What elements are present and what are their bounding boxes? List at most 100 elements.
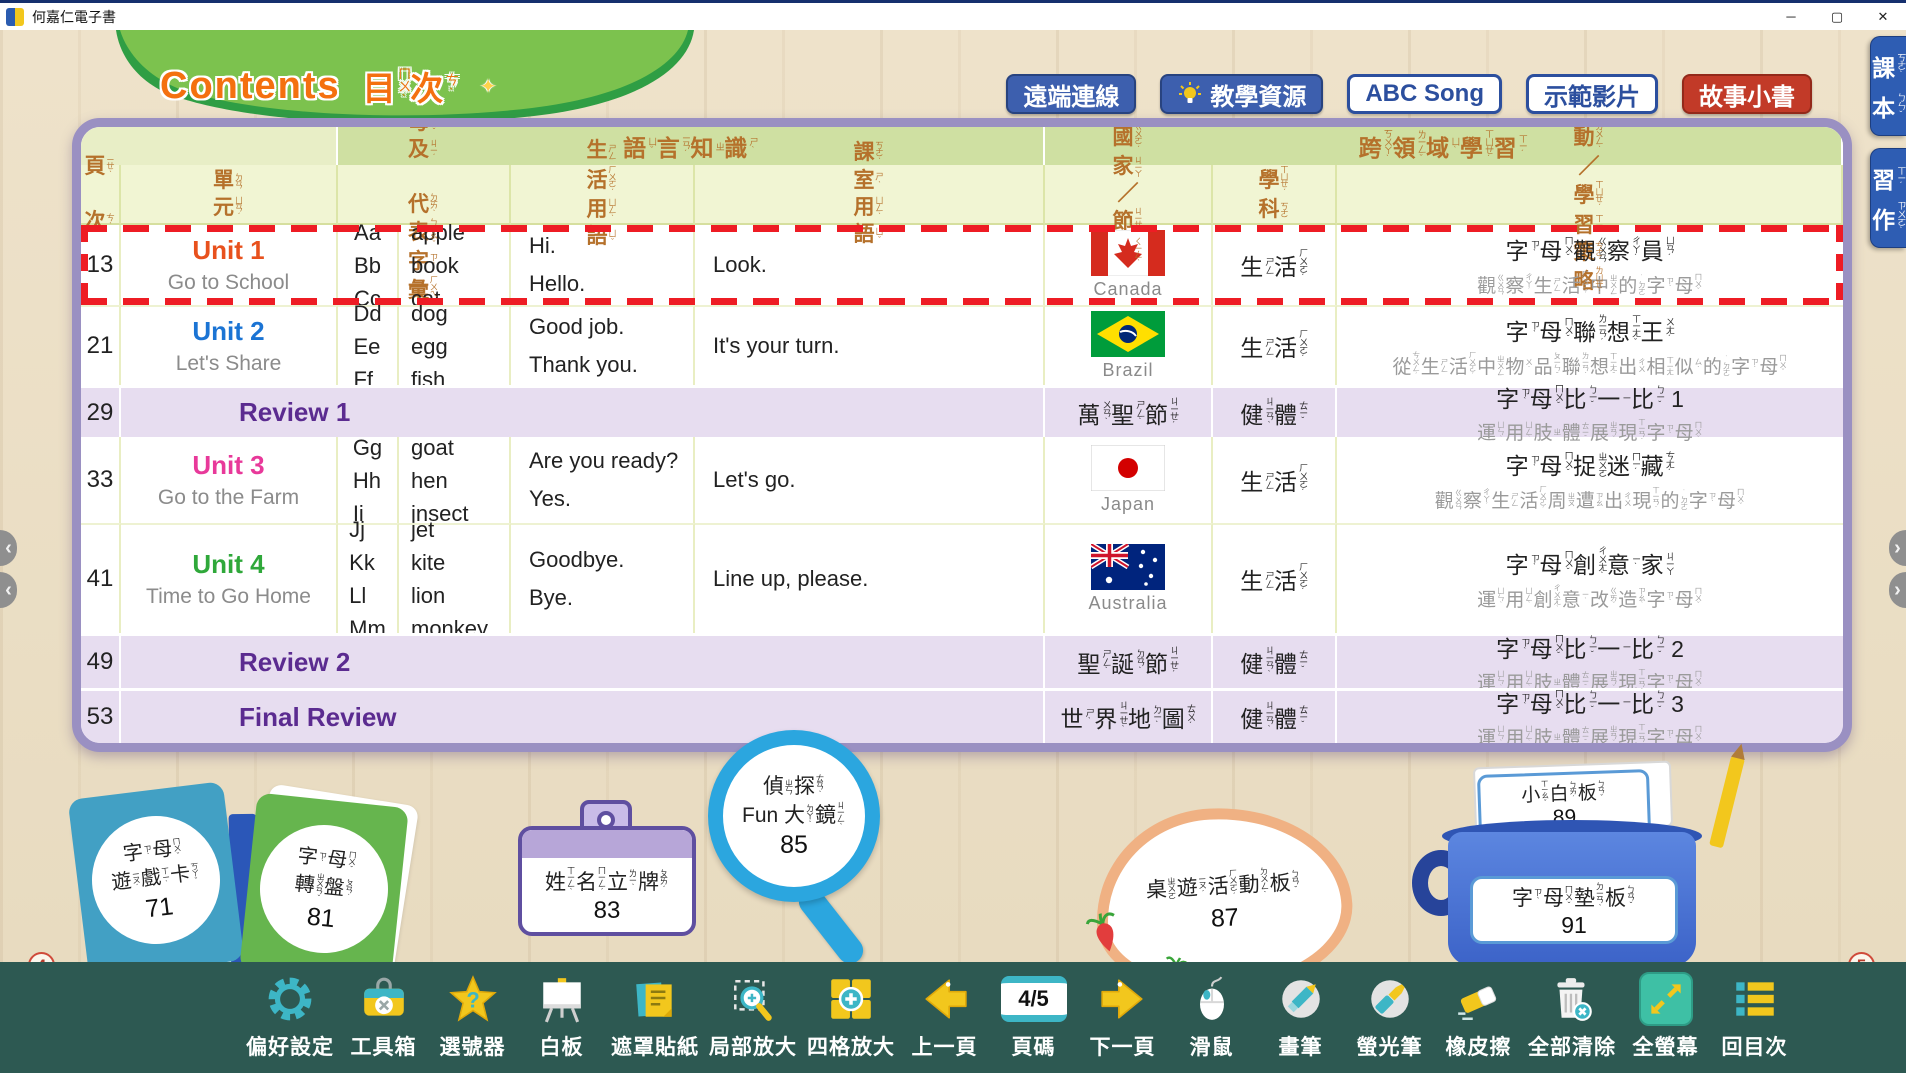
review1-label-cell[interactable]: Review 1 <box>121 385 1045 437</box>
tab-workbook[interactable]: 習ㄒㄧˊ作ㄗㄨㄛˋ <box>1870 148 1906 248</box>
close-icon[interactable]: ✕ <box>1860 3 1906 30</box>
row-unit3-title-cell[interactable]: Unit 3 Go to the Farm <box>121 437 338 523</box>
letter-cards-book[interactable]: 字ㄗˋ母ㄇㄨˇ遊ㄧㄡˊ戲ㄒㄧˋ卡ㄎㄚˇ 71 字ㄗˋ母ㄇㄨˇ轉ㄓㄨㄢˇ盤ㄆㄢˊ … <box>78 772 418 962</box>
unit1-title: Unit 1 <box>192 235 264 266</box>
supplies-basket[interactable]: 小ㄒㄧㄠˇ白ㄅㄞˊ板ㄅㄢˇ 89 字ㄗˋ母ㄇㄨˇ墊ㄉㄧㄢˋ板ㄅㄢˇ 91 <box>1432 766 1744 962</box>
review2-label-cell[interactable]: Review 2 <box>121 633 1045 688</box>
teaching-resources-button[interactable]: 教學資源 <box>1160 74 1323 114</box>
game-board-label: 桌ㄓㄨㄛ遊ㄧㄡˊ活ㄏㄨㄛˊ動ㄉㄨㄥˋ板ㄅㄢˇ <box>1145 865 1301 904</box>
group-header-empty <box>81 127 338 165</box>
review1-festival: 萬ㄨㄢˋ聖ㄕㄥˋ節ㄐㄧㄝˊ <box>1045 385 1213 437</box>
unit1-subtitle: Go to School <box>168 271 289 295</box>
row-unit2-title-cell[interactable]: Unit 2 Let's Share <box>121 305 338 385</box>
unit1-words: apple book cat <box>399 225 511 305</box>
game-activity-board[interactable]: 桌ㄓㄨㄛ遊ㄧㄡˊ活ㄏㄨㄛˊ動ㄉㄨㄥˋ板ㄅㄢˇ 87 <box>1096 808 1352 962</box>
toolbar-prev-page[interactable]: 上一頁 <box>905 971 984 1061</box>
toolbox-icon <box>359 971 409 1027</box>
letter-pad-card[interactable]: 字ㄗˋ母ㄇㄨˇ墊ㄉㄧㄢˋ板ㄅㄢˇ 91 <box>1470 876 1678 944</box>
toolbar-quad-zoom[interactable]: 四格放大 <box>807 971 895 1061</box>
review2-subject: 健ㄐㄧㄢˋ體ㄊㄧˇ <box>1213 633 1337 688</box>
teaching-resources-label: 教學資源 <box>1210 77 1306 112</box>
maximize-icon[interactable]: ▢ <box>1814 3 1860 30</box>
tab-textbook[interactable]: 課ㄎㄜˋ本ㄅㄣˇ <box>1870 36 1906 136</box>
tab-textbook-label: 課ㄎㄜˋ本ㄅㄣˇ <box>1872 49 1905 123</box>
unit4-country-name: Australia <box>1088 593 1167 614</box>
game-board-blob: 桌ㄓㄨㄛ遊ㄧㄡˊ活ㄏㄨㄛˊ動ㄉㄨㄥˋ板ㄅㄢˇ 87 <box>1091 801 1356 962</box>
prev-page-edge-arrow[interactable]: ‹ <box>0 572 17 608</box>
review2-activity-title: 字ㄗˋ母ㄇㄨˇ比ㄅㄧˇ一ㄧ比ㄅㄧˇ 2 <box>1496 630 1684 664</box>
window-titlebar: 何嘉仁電子書 ─ ▢ ✕ <box>0 0 1906 30</box>
next-page-edge-arrow[interactable]: › <box>1889 530 1906 566</box>
unit4-letters: Jj Kk Ll Mm <box>338 523 399 633</box>
row-final-review-page: 53 <box>81 688 121 743</box>
col-header-subject: 學ㄒㄩㄝˊ科ㄎㄜ <box>1213 165 1337 225</box>
unit3-activity-title: 字ㄗˋ母ㄇㄨˇ捉ㄓㄨㄛ迷ㄇㄧˊ藏ㄘㄤˊ <box>1506 447 1675 481</box>
unit3-country-name: Japan <box>1101 494 1155 515</box>
magnifier-glass: 偵ㄓㄣ探ㄊㄢˋFun 大ㄉㄚˋ鏡ㄐㄧㄥˋ 85 <box>708 730 880 902</box>
prev-page-edge-arrow[interactable]: ‹ <box>0 530 17 566</box>
letter-pad-label: 字ㄗˋ母ㄇㄨˇ墊ㄉㄧㄢˋ板ㄅㄢˇ <box>1512 882 1636 912</box>
row-review2-page: 49 <box>81 633 121 688</box>
highlighter-icon <box>1365 971 1415 1027</box>
page-indicator[interactable]: 4/5 <box>1001 976 1067 1022</box>
toolbar-eraser[interactable]: 橡皮擦 <box>1439 971 1518 1061</box>
contents-title-en: Contents <box>160 65 341 108</box>
col-header-unit: 單ㄉㄢ元ㄩㄢˊ <box>121 165 338 225</box>
letter-spinner-page: 81 <box>306 902 337 934</box>
toolbar-pen[interactable]: 畫筆 <box>1261 971 1340 1061</box>
toolbar-preferences[interactable]: 偏好設定 <box>246 971 334 1061</box>
name-stand[interactable]: 姓ㄒㄧㄥˋ名ㄇㄧㄥˊ立ㄌㄧˋ牌ㄆㄞˊ 83 <box>518 826 696 936</box>
unit3-title: Unit 3 <box>192 450 264 481</box>
unit2-activity-desc: 從ㄘㄨㄥˊ生ㄕㄥ活ㄏㄨㄛˊ中ㄓㄨㄥ物ㄨˋ品ㄆㄧㄣˇ聯ㄌㄧㄢˊ想ㄒㄧㄤˇ出ㄔㄨ相ㄒ… <box>1392 351 1787 379</box>
toolbar-toolbox[interactable]: 工具箱 <box>344 971 423 1061</box>
unit4-country-cell: Australia <box>1045 523 1213 633</box>
unit2-words: dog egg fish <box>399 305 511 385</box>
toolbar-next-page[interactable]: 下一頁 <box>1083 971 1162 1061</box>
letter-game-cards-label: 字ㄗˋ母ㄇㄨˇ遊ㄧㄡˊ戲ㄒㄧˋ卡ㄎㄚˇ <box>107 832 202 896</box>
gear-icon <box>265 971 315 1027</box>
unit4-activity-title: 字ㄗˋ母ㄇㄨˇ創ㄔㄨㄤˋ意ㄧˋ家ㄐㄧㄚ <box>1506 546 1675 580</box>
unit4-activity-cell: 字ㄗˋ母ㄇㄨˇ創ㄔㄨㄤˋ意ㄧˋ家ㄐㄧㄚ 運ㄩㄣˋ用ㄩㄥˋ創ㄔㄨㄤˋ意ㄧˋ改ㄍㄞˇ… <box>1337 523 1843 633</box>
toolbar-mask-stickers[interactable]: 遮罩貼紙 <box>611 971 699 1061</box>
toolbar-number-picker[interactable]: ? 選號器 <box>433 971 512 1061</box>
window-title: 何嘉仁電子書 <box>32 7 116 27</box>
final-review-label-cell[interactable]: Final Review <box>121 688 1045 743</box>
row-unit4-title-cell[interactable]: Unit 4 Time to Go Home <box>121 523 338 633</box>
unit4-words: jet kite lion monkey <box>399 523 511 633</box>
toolbar-clear-all[interactable]: 全部清除 <box>1528 971 1616 1061</box>
toolbar-highlighter[interactable]: 螢光筆 <box>1350 971 1429 1061</box>
col-header-classroom: 課ㄎㄜˋ室ㄕˋ用ㄩㄥˋ語ㄩˇ <box>695 165 1045 225</box>
next-page-edge-arrow[interactable]: › <box>1889 572 1906 608</box>
col-header-life: 生ㄕㄥ活ㄏㄨㄛˊ用ㄩㄥˋ語ㄩˇ <box>511 165 695 225</box>
abc-song-button[interactable]: ABC Song <box>1347 74 1502 114</box>
unit4-subject: 生ㄕㄥ活ㄏㄨㄛˊ <box>1213 523 1337 633</box>
toolbar-partial-zoom[interactable]: 局部放大 <box>709 971 797 1061</box>
detective-magnifier[interactable]: 偵ㄓㄣ探ㄊㄢˋFun 大ㄉㄚˋ鏡ㄐㄧㄥˋ 85 <box>700 730 900 962</box>
toolbar-whiteboard[interactable]: 白板 <box>522 971 601 1061</box>
toolbar-page-number[interactable]: 4/5 頁碼 <box>994 971 1073 1061</box>
contents-table: 語ㄩˇ言ㄧㄢˊ知ㄓ識ㄕˋ 跨ㄎㄨㄚˋ領ㄌㄧㄥˇ域ㄩˋ學ㄒㄩㄝˊ習ㄒㄧˊ 頁ㄧㄝˋ… <box>72 118 1852 752</box>
contents-title-zh: 目ㄇㄨˋ次ㄘˋ <box>363 62 458 110</box>
row-unit1-title-cell[interactable]: Unit 1 Go to School <box>121 225 338 305</box>
minimize-icon[interactable]: ─ <box>1768 3 1814 30</box>
group-header-language: 語ㄩˇ言ㄧㄢˊ知ㄓ識ㄕˋ <box>338 127 1045 165</box>
unit3-life-phrases: Are you ready? Yes. <box>511 437 695 523</box>
demo-video-button[interactable]: 示範影片 <box>1526 74 1658 114</box>
letter-pad-page: 91 <box>1561 912 1587 939</box>
toolbar-back-to-contents[interactable]: 回目次 <box>1715 971 1794 1061</box>
unit2-subject: 生ㄕㄥ活ㄏㄨㄛˊ <box>1213 305 1337 385</box>
review2-festival: 聖ㄕㄥˋ誕ㄉㄢˋ節ㄐㄧㄝˊ <box>1045 633 1213 688</box>
unit2-country-name: Brazil <box>1102 360 1153 381</box>
toolbar-fullscreen[interactable]: 全螢幕 <box>1626 971 1705 1061</box>
toolbar-mouse[interactable]: 滑鼠 <box>1172 971 1251 1061</box>
small-whiteboard-label: 小ㄒㄧㄠˇ白ㄅㄞˊ板ㄅㄢˇ <box>1521 777 1607 807</box>
sparkle-icon: ✦ <box>480 74 497 99</box>
game-board-page: 87 <box>1210 903 1239 933</box>
book-left-page[interactable]: 字ㄗˋ母ㄇㄨˇ遊ㄧㄡˊ戲ㄒㄧˋ卡ㄎㄚˇ 71 <box>68 781 245 962</box>
book-right-page[interactable]: 字ㄗˋ母ㄇㄨˇ轉ㄓㄨㄢˇ盤ㄆㄢˊ 81 <box>239 793 409 962</box>
story-book-label: 故事小書 <box>1699 77 1795 112</box>
final-review-subject: 健ㄐㄧㄢˋ體ㄊㄧˇ <box>1213 688 1337 743</box>
unit3-classroom-phrases: Let's go. <box>695 437 1045 523</box>
remote-connection-button[interactable]: 遠端連線 <box>1006 74 1136 114</box>
story-book-button[interactable]: 故事小書 <box>1682 74 1812 114</box>
